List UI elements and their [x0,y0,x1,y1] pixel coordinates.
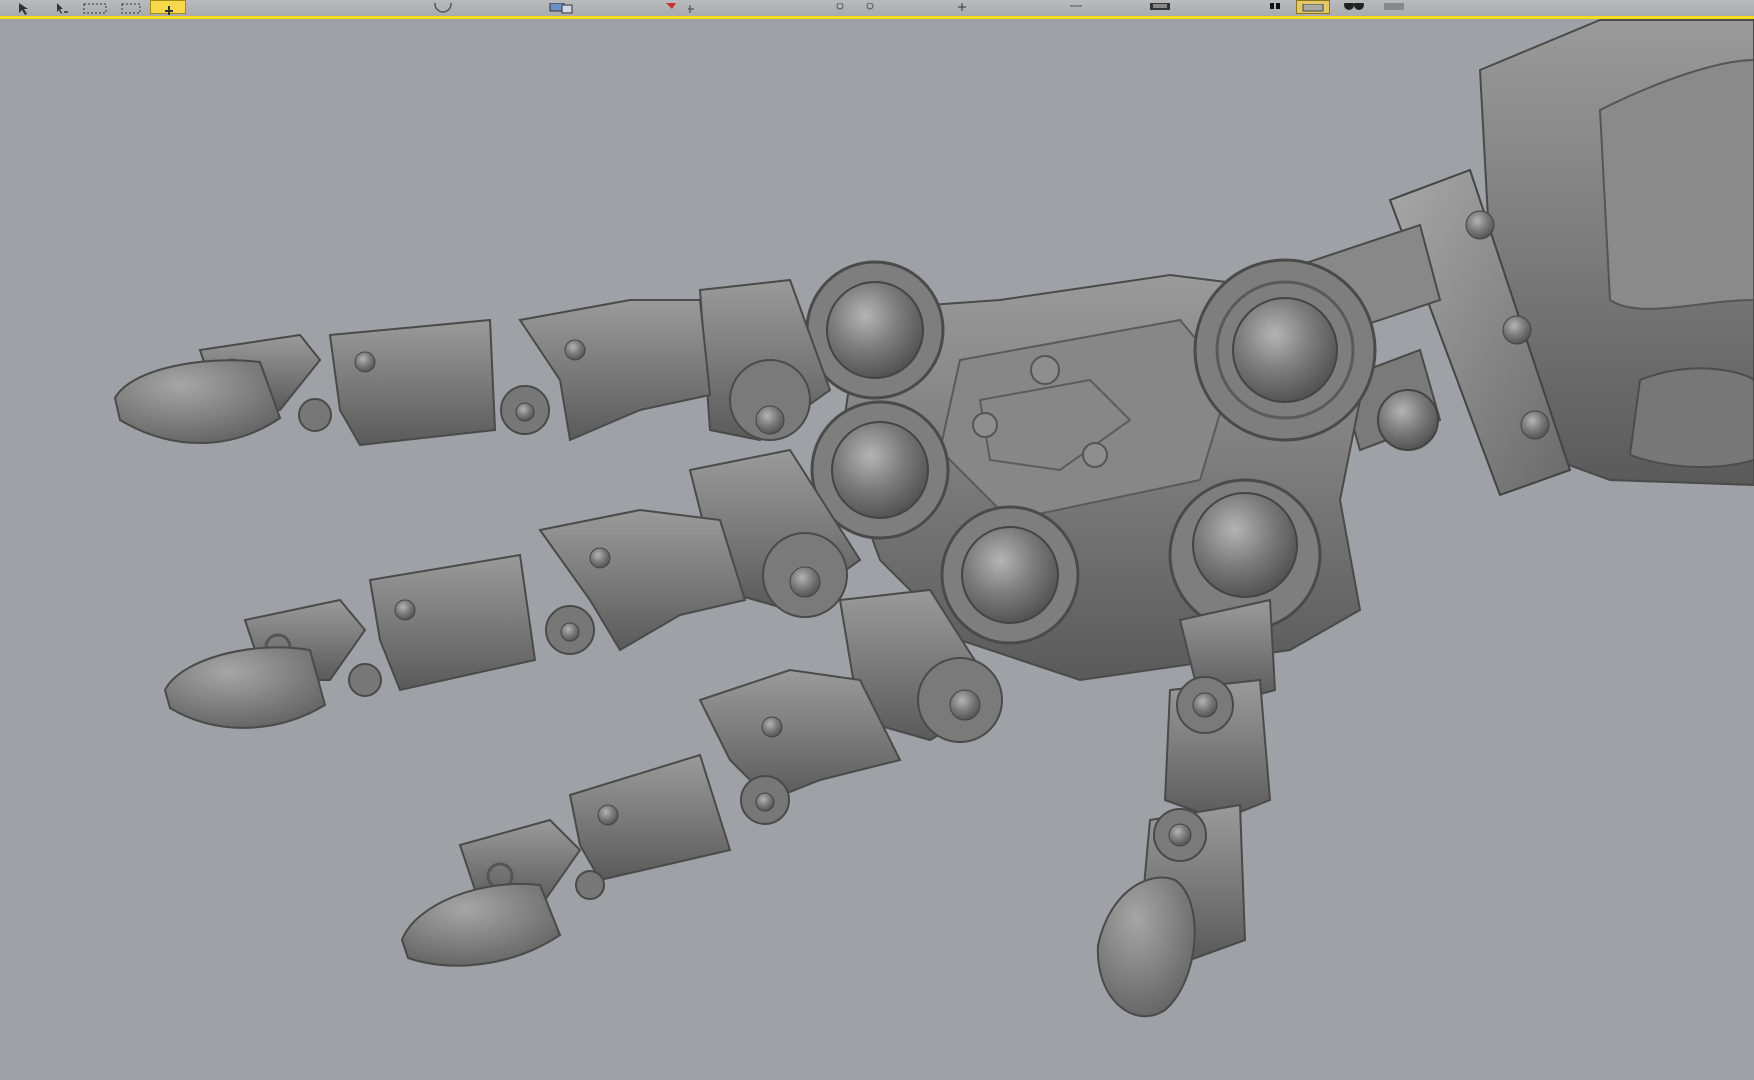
perspective-viewport[interactable] [0,19,1754,1080]
robot-hand-model[interactable] [0,19,1754,1080]
render-icon[interactable] [1380,0,1410,12]
index-finger[interactable] [113,278,832,447]
window-select-icon[interactable] [120,0,144,14]
material-editor-icon [1302,3,1324,12]
application-window [0,0,1754,1080]
render-frame-icon[interactable] [1148,0,1174,12]
rotate-icon[interactable] [432,0,454,13]
teapot-icon[interactable] [1340,0,1370,12]
move-icon [165,6,173,15]
layers-icon[interactable] [1266,0,1290,12]
forearm[interactable] [1298,19,1754,497]
mirror-icon[interactable] [952,0,972,12]
arrow-cursor-icon[interactable] [16,0,30,15]
percent-icon[interactable] [830,0,890,12]
material-editor-button[interactable] [1296,0,1330,14]
scale-icon[interactable] [548,0,578,14]
align-icon[interactable] [1066,0,1086,12]
dashed-rectangle-icon[interactable] [82,0,110,14]
magnet-icon[interactable] [662,0,700,13]
main-toolbar [0,0,1754,19]
arrow-list-icon[interactable] [54,0,68,14]
move-tool-button[interactable] [150,0,186,15]
